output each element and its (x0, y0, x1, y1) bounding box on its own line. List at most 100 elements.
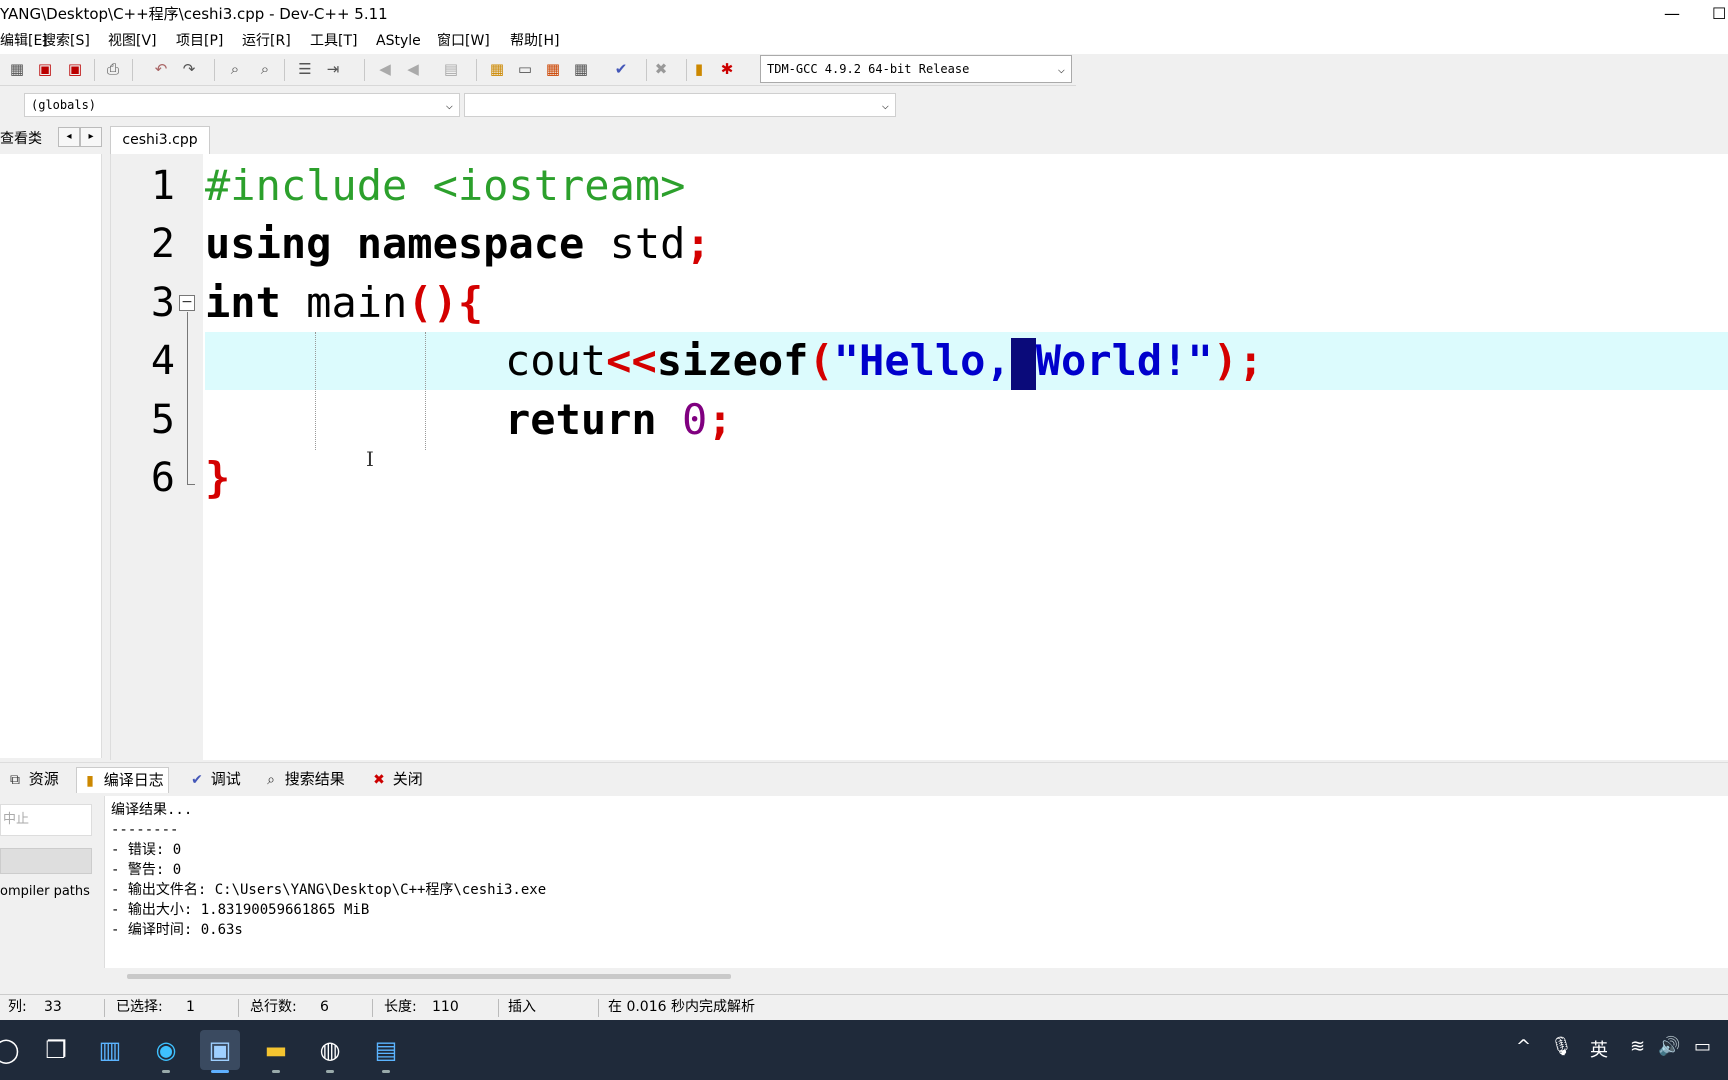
chart-icon[interactable]: ▮ (688, 58, 710, 80)
undo-icon[interactable]: ↶ (150, 58, 172, 80)
compile-run-icon[interactable]: ▦ (542, 58, 564, 80)
string-literal: World!" (1035, 336, 1213, 385)
menu-edit[interactable]: 编辑[E] (0, 30, 48, 52)
log-line: - 输出文件名: C:\Users\YANG\Desktop\C++程序\ces… (111, 882, 547, 898)
menu-view[interactable]: 视图[V] (108, 30, 157, 52)
battery-icon[interactable]: ▭ (1694, 1036, 1711, 1057)
tray-overflow-icon[interactable]: ^ (1516, 1036, 1531, 1057)
tab-label: 搜索结果 (284, 770, 345, 788)
maximize-button[interactable]: ☐ (1712, 0, 1728, 28)
tab-search-results[interactable]: ⌕ 搜索结果 (258, 767, 349, 793)
windows-taskbar: ◯ ❐ ▥ ◉ ▣ ▬ ◍ ▤ ^ 🎙 英 ≋ 🔊 ▭ (0, 1020, 1728, 1080)
syntax-check-icon[interactable]: ✔ (610, 58, 632, 80)
volume-icon[interactable]: 🔊 (1658, 1036, 1680, 1057)
goto-line-icon[interactable]: ⇥ (322, 58, 344, 80)
notepad-app-icon[interactable]: ▤ (366, 1030, 406, 1070)
next-bookmark-icon[interactable]: ◀ (402, 58, 424, 80)
members-select[interactable]: ⌵ (464, 93, 896, 117)
symbol: } (205, 453, 231, 502)
tab-scroll-right-button[interactable]: ▸ (80, 127, 102, 147)
microphone-icon[interactable]: 🎙 (1550, 1036, 1573, 1057)
print-icon[interactable]: ⎙ (102, 58, 124, 80)
menu-window[interactable]: 窗口[W] (437, 30, 490, 52)
tab-close[interactable]: ✖ 关闭 (366, 767, 427, 793)
profile-icon[interactable]: ✱ (716, 58, 738, 80)
fold-toggle-icon[interactable]: − (179, 295, 195, 311)
menu-search[interactable]: 搜索[S] (42, 30, 90, 52)
status-col-label: 列: (8, 999, 27, 1015)
status-bar: 列: 33 已选择: 1 总行数: 6 长度: 110 插入 在 0.016 秒… (0, 994, 1728, 1020)
title-bar: YANG\Desktop\C++程序\ceshi3.cpp - Dev-C++ … (0, 0, 1728, 30)
abort-button[interactable]: 中止 (0, 804, 92, 836)
close-icon: ✖ (373, 772, 385, 788)
chevron-down-icon: ⌵ (881, 98, 889, 112)
taskbar-indicator (326, 1070, 334, 1073)
search-results-icon: ⌕ (267, 772, 275, 788)
symbol: ; (707, 395, 733, 444)
new-file-icon[interactable]: ▦ (6, 58, 28, 80)
compile-log-output[interactable]: 编译结果... -------- - 错误: 0 - 警告: 0 - 输出文件名… (104, 796, 1728, 979)
globals-select[interactable]: (globals) ⌵ (24, 93, 460, 117)
prev-bookmark-icon[interactable]: ◀ (374, 58, 396, 80)
compiler-paths-checkbox[interactable]: ompiler paths (0, 884, 90, 899)
status-divider (104, 999, 105, 1017)
debug-check-icon: ✔ (191, 772, 203, 788)
line-number: 1 (150, 163, 175, 209)
menu-help[interactable]: 帮助[H] (510, 30, 559, 52)
menu-astyle[interactable]: AStyle (376, 30, 421, 52)
menu-run[interactable]: 运行[R] (242, 30, 291, 52)
find-icon[interactable]: ⌕ (224, 58, 246, 80)
devcpp-app-icon[interactable]: ▣ (200, 1030, 240, 1070)
code-line-5: return 0; (505, 391, 1728, 449)
close-file-icon[interactable]: ▣ (34, 58, 56, 80)
ime-indicator[interactable]: 英 (1590, 1036, 1608, 1062)
stop-icon[interactable]: ✖ (650, 58, 672, 80)
tab-resources[interactable]: ⧉ 资源 (2, 767, 63, 793)
indent-icon[interactable]: ☰ (294, 58, 316, 80)
status-divider (238, 999, 239, 1017)
line-number: 5 (150, 397, 175, 443)
minimize-button[interactable]: — (1664, 0, 1684, 28)
compile-controls: 中止 ompiler paths (0, 796, 104, 968)
compile-icon[interactable]: ▦ (486, 58, 508, 80)
rebuild-icon[interactable]: ▦ (570, 58, 592, 80)
status-lines-value: 6 (320, 999, 329, 1015)
search-icon[interactable]: ◯ (0, 1030, 26, 1070)
status-lines-label: 总行数: (250, 999, 297, 1015)
taskbar-indicator (382, 1070, 390, 1073)
menu-tools[interactable]: 工具[T] (310, 30, 357, 52)
tab-ceshi3-cpp[interactable]: ceshi3.cpp (110, 126, 210, 154)
file-explorer-icon[interactable]: ▬ (256, 1030, 296, 1070)
line-number: 3 (150, 280, 175, 326)
tab-compile-log[interactable]: ▮ 编译日志 (76, 767, 169, 793)
toolbar-divider (646, 59, 647, 81)
tab-label: 资源 (28, 770, 59, 788)
horizontal-scrollbar[interactable] (127, 974, 731, 979)
compiler-select[interactable]: TDM-GCC 4.9.2 64-bit Release ⌵ (760, 55, 1072, 83)
code-line-2: using namespace std; (205, 215, 1728, 273)
status-parse-time: 在 0.016 秒内完成解析 (608, 999, 755, 1015)
obs-app-icon[interactable]: ◍ (310, 1030, 350, 1070)
toolbar-divider (284, 59, 285, 81)
code-area[interactable]: #include <iostream> using namespace std;… (205, 154, 1728, 760)
redo-icon[interactable]: ↷ (178, 58, 200, 80)
class-tree[interactable] (0, 154, 102, 758)
wifi-icon[interactable]: ≋ (1630, 1036, 1645, 1057)
string-literal: "Hello, (833, 336, 1011, 385)
replace-icon[interactable]: ⌕ (254, 58, 276, 80)
tab-debug[interactable]: ✔ 调试 (184, 767, 245, 793)
dev-cpp-window: YANG\Desktop\C++程序\ceshi3.cpp - Dev-C++ … (0, 0, 1728, 1080)
widgets-icon[interactable]: ▥ (90, 1030, 130, 1070)
tab-label: 关闭 (392, 770, 423, 788)
menu-project[interactable]: 项目[P] (176, 30, 223, 52)
close-all-icon[interactable]: ▣ (64, 58, 86, 80)
code-editor[interactable]: 1 2 3 4 5 6 − #include <iostream> using … (110, 154, 1728, 760)
run-icon[interactable]: ▭ (514, 58, 536, 80)
toggle-bookmark-icon[interactable]: ▤ (440, 58, 462, 80)
tab-class-browser[interactable]: 查看类 (0, 128, 42, 148)
status-length-value: 110 (432, 999, 459, 1015)
tab-scroll-left-button[interactable]: ◂ (58, 127, 80, 147)
edge-browser-icon[interactable]: ◉ (146, 1030, 186, 1070)
toolbar-divider (686, 59, 687, 81)
task-view-icon[interactable]: ❐ (36, 1030, 76, 1070)
